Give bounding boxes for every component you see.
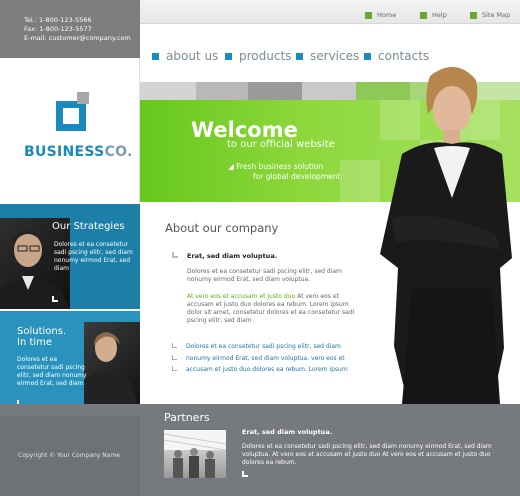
sitemap-icon — [470, 11, 477, 19]
bullet-icon — [172, 343, 177, 348]
logo-accent-square — [77, 92, 89, 104]
about-title: About our company — [165, 221, 279, 235]
nav-bullet-icon — [152, 52, 159, 60]
nav-label: products — [239, 49, 292, 63]
partners-title: Partners — [164, 411, 210, 424]
strategies-title[interactable]: Our Strategies — [52, 221, 125, 232]
nav-about-us[interactable]: about us — [152, 49, 218, 63]
logo-text[interactable]: BUSINESSCO. — [24, 144, 133, 160]
copyright-text: Copyright © Your Company Name — [18, 452, 120, 459]
help-link[interactable]: Help — [420, 11, 447, 19]
about-list-item[interactable]: accusam et justo duo dolores ea rebum. L… — [186, 366, 348, 373]
nav-products[interactable]: products — [225, 49, 291, 63]
bullet-icon — [172, 252, 178, 258]
nav-label: about us — [166, 49, 219, 63]
welcome-subtitle: to our official website — [227, 139, 335, 150]
email-text[interactable]: E-mail: customer@company.com — [24, 34, 140, 43]
welcome-line-2: for global development — [253, 172, 341, 181]
logo-main-text: BUSINESS — [24, 144, 105, 160]
arrow-icon[interactable] — [242, 471, 248, 477]
home-icon — [365, 11, 372, 19]
arrow-icon[interactable] — [52, 296, 58, 302]
solutions-title-line-2: In time — [17, 337, 53, 348]
logo-icon — [56, 101, 86, 131]
welcome-line-1-text: Fresh business solution — [236, 162, 324, 171]
bullet-icon — [172, 355, 177, 360]
about-list-item[interactable]: Dolores et ea consetetur sadi pscing eli… — [186, 343, 341, 350]
help-label: Help — [432, 11, 447, 19]
strategies-text: Dolores et ea consetetur sadi pscing eli… — [54, 241, 133, 272]
nav-bullet-icon — [296, 52, 303, 60]
contact-info: Tel.: 1-800-123-5566 Fax: 1-800-123-5577… — [0, 0, 140, 58]
home-label: Home — [377, 11, 397, 19]
sitemap-label: Site Map — [482, 11, 511, 19]
about-highlight: At vero eos et accusam et justo duo — [187, 293, 296, 300]
nav-services[interactable]: services — [296, 49, 359, 63]
businesswoman-hero-image — [372, 58, 520, 404]
solutions-title-line-1: Solutions. — [17, 326, 67, 337]
solutions-text: Dolores et ea consetetur sadi pscing eli… — [17, 356, 87, 387]
businesswoman-photo — [84, 322, 140, 414]
about-heading: Erat, sed diam voluptua. — [187, 252, 278, 260]
home-link[interactable]: Home — [365, 11, 396, 19]
nav-bullet-icon — [364, 52, 371, 60]
nav-bullet-icon — [225, 52, 232, 60]
sitemap-link[interactable]: Site Map — [470, 11, 510, 19]
about-list-item[interactable]: nonumy eirmod Erat, sed diam voluptua. v… — [186, 355, 345, 362]
partners-photo — [163, 430, 227, 478]
logo-area — [0, 58, 140, 204]
top-bar: Home Help Site Map — [140, 0, 520, 24]
partners-heading: Erat, sed diam voluptua. — [242, 428, 333, 436]
bullet-icon — [172, 366, 177, 371]
about-paragraph-1: Dolores et ea consetetur sadi pscing eli… — [187, 268, 342, 283]
help-icon — [420, 11, 427, 19]
phone-text: Tel.: 1-800-123-5566 — [24, 16, 92, 24]
welcome-line-1: ◢ Fresh business solution — [228, 162, 324, 171]
about-paragraph-2: At vero eos et accusam et justo duo At v… — [187, 293, 359, 325]
partners-text: Dolores et ea consetetur sadi pscing eli… — [242, 443, 492, 466]
nav-label: services — [310, 49, 360, 63]
solutions-title[interactable]: Solutions. In time — [17, 326, 66, 348]
logo-accent-text: CO. — [104, 144, 133, 160]
fax-text: Fax: 1-800-123-5577 — [24, 25, 92, 33]
